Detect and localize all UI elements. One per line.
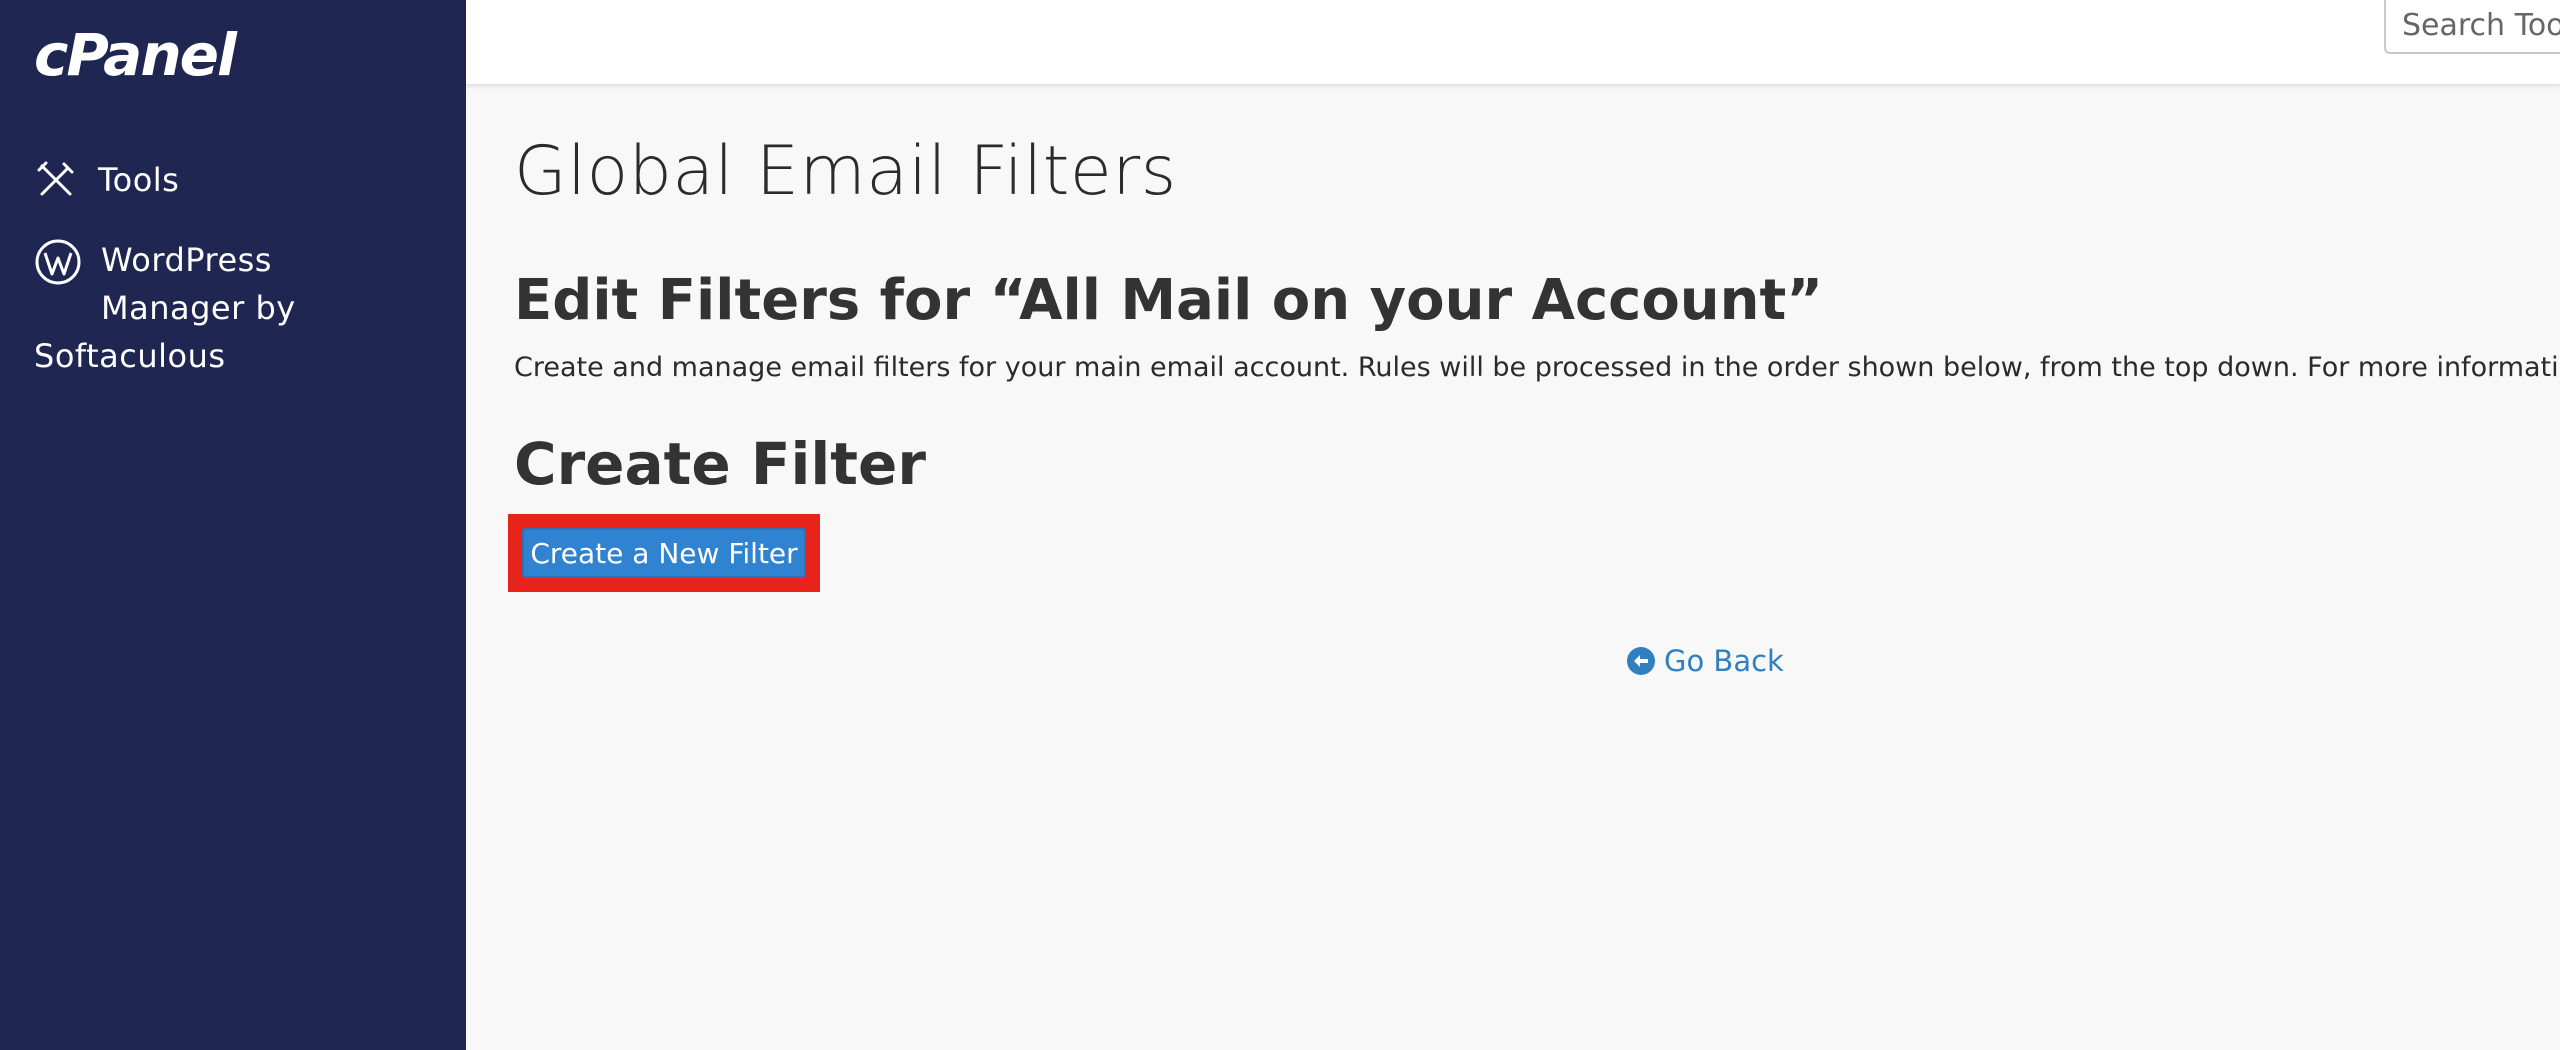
- arrow-left-circle-icon: [1627, 647, 1655, 675]
- page-title: Global Email Filters: [514, 132, 1177, 211]
- top-bar: [466, 0, 2560, 85]
- section-title: Edit Filters for “All Mail on your Accou…: [514, 268, 1824, 333]
- sidebar-item-label: Tools: [98, 161, 180, 199]
- sidebar: cPanel Tools WordPress Manager by Softac…: [0, 0, 466, 1050]
- wordpress-icon: [35, 239, 81, 285]
- sidebar-item-label: Softaculous: [34, 337, 226, 375]
- sidebar-item-label: WordPress: [101, 241, 272, 279]
- cpanel-logo[interactable]: cPanel: [34, 20, 237, 90]
- sidebar-item-label: Manager by: [101, 289, 296, 327]
- page-description: Create and manage email filters for your…: [514, 352, 2560, 383]
- highlight-box: Create a New Filter: [508, 514, 820, 592]
- create-new-filter-button[interactable]: Create a New Filter: [522, 528, 806, 578]
- go-back-label: Go Back: [1664, 644, 1784, 678]
- app-window: cPanel Tools WordPress Manager by Softac…: [0, 0, 2560, 1050]
- create-filter-heading: Create Filter: [514, 430, 926, 498]
- tools-icon: [37, 161, 74, 196]
- go-back-link[interactable]: Go Back: [1626, 644, 1784, 678]
- search-tools-input[interactable]: [2384, 0, 2560, 54]
- sidebar-item-tools[interactable]: Tools: [34, 156, 179, 204]
